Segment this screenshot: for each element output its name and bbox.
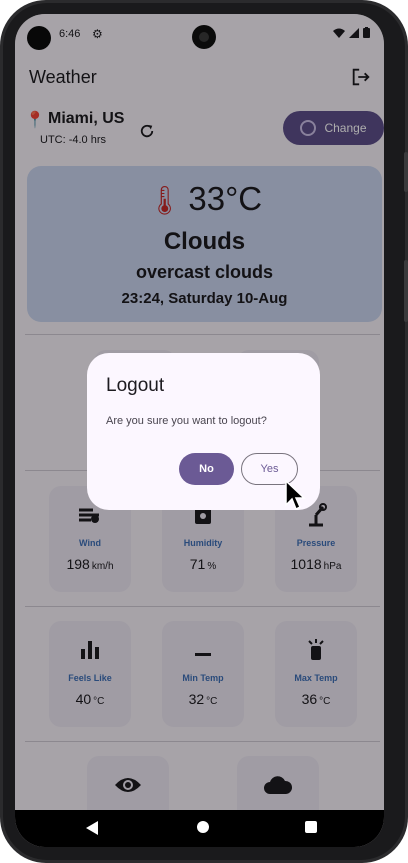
volume-button xyxy=(404,152,408,192)
phone-frame: 6:46 ⚙ Weather 📍 Miami, US UTC: -4.0 hrs xyxy=(0,0,408,863)
no-button[interactable]: No xyxy=(179,453,234,485)
dialog-title: Logout xyxy=(106,375,165,396)
dialog-message: Are you sure you want to logout? xyxy=(106,415,267,427)
back-icon[interactable] xyxy=(85,820,99,836)
screen: 6:46 ⚙ Weather 📍 Miami, US UTC: -4.0 hrs xyxy=(15,14,384,847)
recents-icon[interactable] xyxy=(305,821,317,833)
home-icon[interactable] xyxy=(197,821,209,833)
system-nav-bar xyxy=(15,810,384,847)
power-button xyxy=(404,260,408,322)
mouse-cursor-icon xyxy=(285,480,306,511)
